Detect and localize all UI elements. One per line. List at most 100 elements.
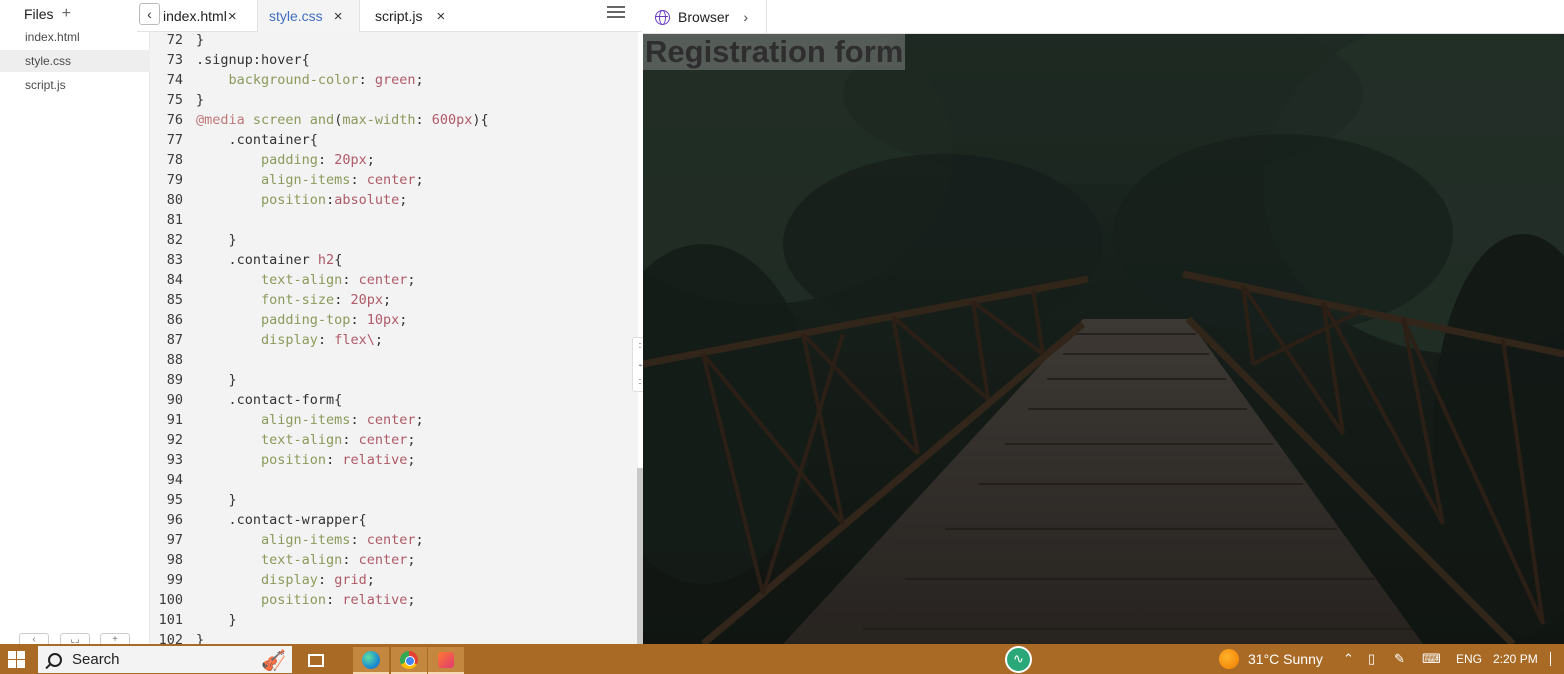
- code-token: .container: [196, 252, 318, 268]
- code-token: :: [358, 72, 375, 88]
- code-line[interactable]: 102}: [150, 630, 638, 644]
- chevron-right-icon[interactable]: ›: [743, 9, 748, 25]
- code-token: relative: [342, 592, 408, 608]
- windows-start-icon[interactable]: [8, 651, 25, 668]
- code-token: .contact-form{: [196, 392, 343, 408]
- code-line[interactable]: 97 align-items: center;: [150, 530, 638, 550]
- code-token: }: [196, 92, 205, 108]
- code-line[interactable]: 101 }: [150, 610, 638, 630]
- close-icon[interactable]: ×: [334, 8, 343, 25]
- code-text: align-items: center;: [196, 170, 424, 190]
- code-line[interactable]: 82 }: [150, 230, 638, 250]
- code-line[interactable]: 95 }: [150, 490, 638, 510]
- code-token: ;: [415, 532, 424, 548]
- code-line[interactable]: 93 position: relative;: [150, 450, 638, 470]
- file-item-script-js[interactable]: script.js: [0, 74, 150, 96]
- plus-icon[interactable]: +: [62, 6, 71, 22]
- code-token: green: [374, 72, 416, 88]
- code-line[interactable]: 96 .contact-wrapper{: [150, 510, 638, 530]
- code-token: ;: [415, 72, 424, 88]
- code-token: :: [350, 312, 367, 328]
- code-token: :: [317, 572, 335, 588]
- weather-text[interactable]: 31°C Sunny: [1248, 651, 1323, 667]
- code-line[interactable]: 98 text-align: center;: [150, 550, 638, 570]
- code-line[interactable]: 78 padding: 20px;: [150, 150, 638, 170]
- edge-icon[interactable]: [353, 647, 389, 674]
- code-line[interactable]: 73 .signup:hover{: [150, 50, 638, 70]
- code-line[interactable]: 85 font-size: 20px;: [150, 290, 638, 310]
- code-token: text-align: [261, 432, 343, 448]
- code-line[interactable]: 80 position:absolute;: [150, 190, 638, 210]
- code-line[interactable]: 76 @media screen and(max-width: 600px){: [150, 110, 638, 130]
- line-number: 85: [166, 292, 183, 308]
- chevron-left-icon[interactable]: ‹: [139, 3, 160, 25]
- code-token: screen and: [244, 112, 335, 128]
- taskbar-search-box[interactable]: Search 🎻: [38, 646, 292, 673]
- code-line[interactable]: 75}: [150, 90, 638, 110]
- pen-icon[interactable]: ✎: [1394, 651, 1405, 667]
- code-line[interactable]: 86 padding-top: 10px;: [150, 310, 638, 330]
- code-token: ;: [366, 152, 375, 168]
- code-token: ;: [382, 292, 392, 308]
- code-text: text-align: center;: [196, 550, 415, 570]
- code-line[interactable]: 99 display: grid;: [150, 570, 638, 590]
- code-token: :: [342, 272, 359, 288]
- code-line[interactable]: 91 align-items: center;: [150, 410, 638, 430]
- browser-tab[interactable]: Browser ›: [643, 0, 767, 34]
- files-header: Files +: [24, 6, 71, 23]
- code-line[interactable]: 83 .container h2{: [150, 250, 638, 270]
- line-number: 97: [166, 532, 183, 548]
- clock[interactable]: 2:20 PM: [1493, 652, 1538, 666]
- code-token: center: [358, 432, 408, 448]
- weather-sun-icon[interactable]: [1219, 649, 1239, 669]
- code-line[interactable]: 92 text-align: center;: [150, 430, 638, 450]
- code-line[interactable]: 88: [150, 350, 638, 370]
- code-text: padding: 20px;: [196, 150, 375, 170]
- code-line[interactable]: 89 }: [150, 370, 638, 390]
- chrome-icon[interactable]: [391, 647, 427, 674]
- code-line[interactable]: 74 background-color: green;: [150, 70, 638, 90]
- close-icon[interactable]: ×: [436, 8, 445, 25]
- code-editor[interactable]: 72} 73 .signup:hover{74 background-color: …: [150, 32, 638, 644]
- hamburger-menu-icon[interactable]: [607, 6, 625, 22]
- language-indicator[interactable]: ENG: [1456, 652, 1482, 666]
- code-text: .contact-wrapper{: [196, 510, 367, 530]
- code-text: .container{: [196, 130, 318, 150]
- device-icon[interactable]: ▯: [1368, 651, 1375, 667]
- code-token: center: [358, 552, 408, 568]
- tab-script-js[interactable]: script.js ×: [375, 0, 445, 32]
- code-line[interactable]: 72}: [150, 32, 638, 50]
- code-line[interactable]: 87 display: flex\;: [150, 330, 638, 350]
- line-number: 100: [158, 592, 183, 608]
- tab-index-html[interactable]: index.html ×: [163, 0, 237, 32]
- file-item-index-html[interactable]: index.html: [0, 26, 150, 48]
- code-token: :: [317, 332, 335, 348]
- code-line[interactable]: 90 .contact-form{: [150, 390, 638, 410]
- code-line[interactable]: 79 align-items: center;: [150, 170, 638, 190]
- line-number: 82: [166, 232, 183, 248]
- code-line[interactable]: 100 position: relative;: [150, 590, 638, 610]
- code-text: }: [196, 90, 204, 110]
- code-token: flex\: [334, 332, 375, 348]
- close-icon[interactable]: ×: [228, 8, 237, 25]
- code-text: .container h2{: [196, 250, 343, 270]
- code-line[interactable]: 94: [150, 470, 638, 490]
- keyboard-icon[interactable]: ⌨: [1422, 651, 1441, 667]
- line-number: 98: [166, 552, 183, 568]
- code-line[interactable]: 84 text-align: center;: [150, 270, 638, 290]
- pulse-icon[interactable]: ∿: [1005, 646, 1032, 673]
- tab-style-css[interactable]: style.css ×: [257, 0, 360, 32]
- code-line[interactable]: 77 .container{: [150, 130, 638, 150]
- task-view-icon[interactable]: [298, 647, 334, 674]
- show-desktop-divider[interactable]: [1550, 652, 1551, 666]
- code-text: align-items: center;: [196, 530, 424, 550]
- app-icon[interactable]: [428, 647, 464, 674]
- code-token: .contact-wrapper{: [196, 512, 367, 528]
- chevron-up-icon[interactable]: ⌃: [1343, 651, 1354, 667]
- file-item-style-css[interactable]: style.css: [0, 50, 150, 72]
- code-line[interactable]: 81: [150, 210, 638, 230]
